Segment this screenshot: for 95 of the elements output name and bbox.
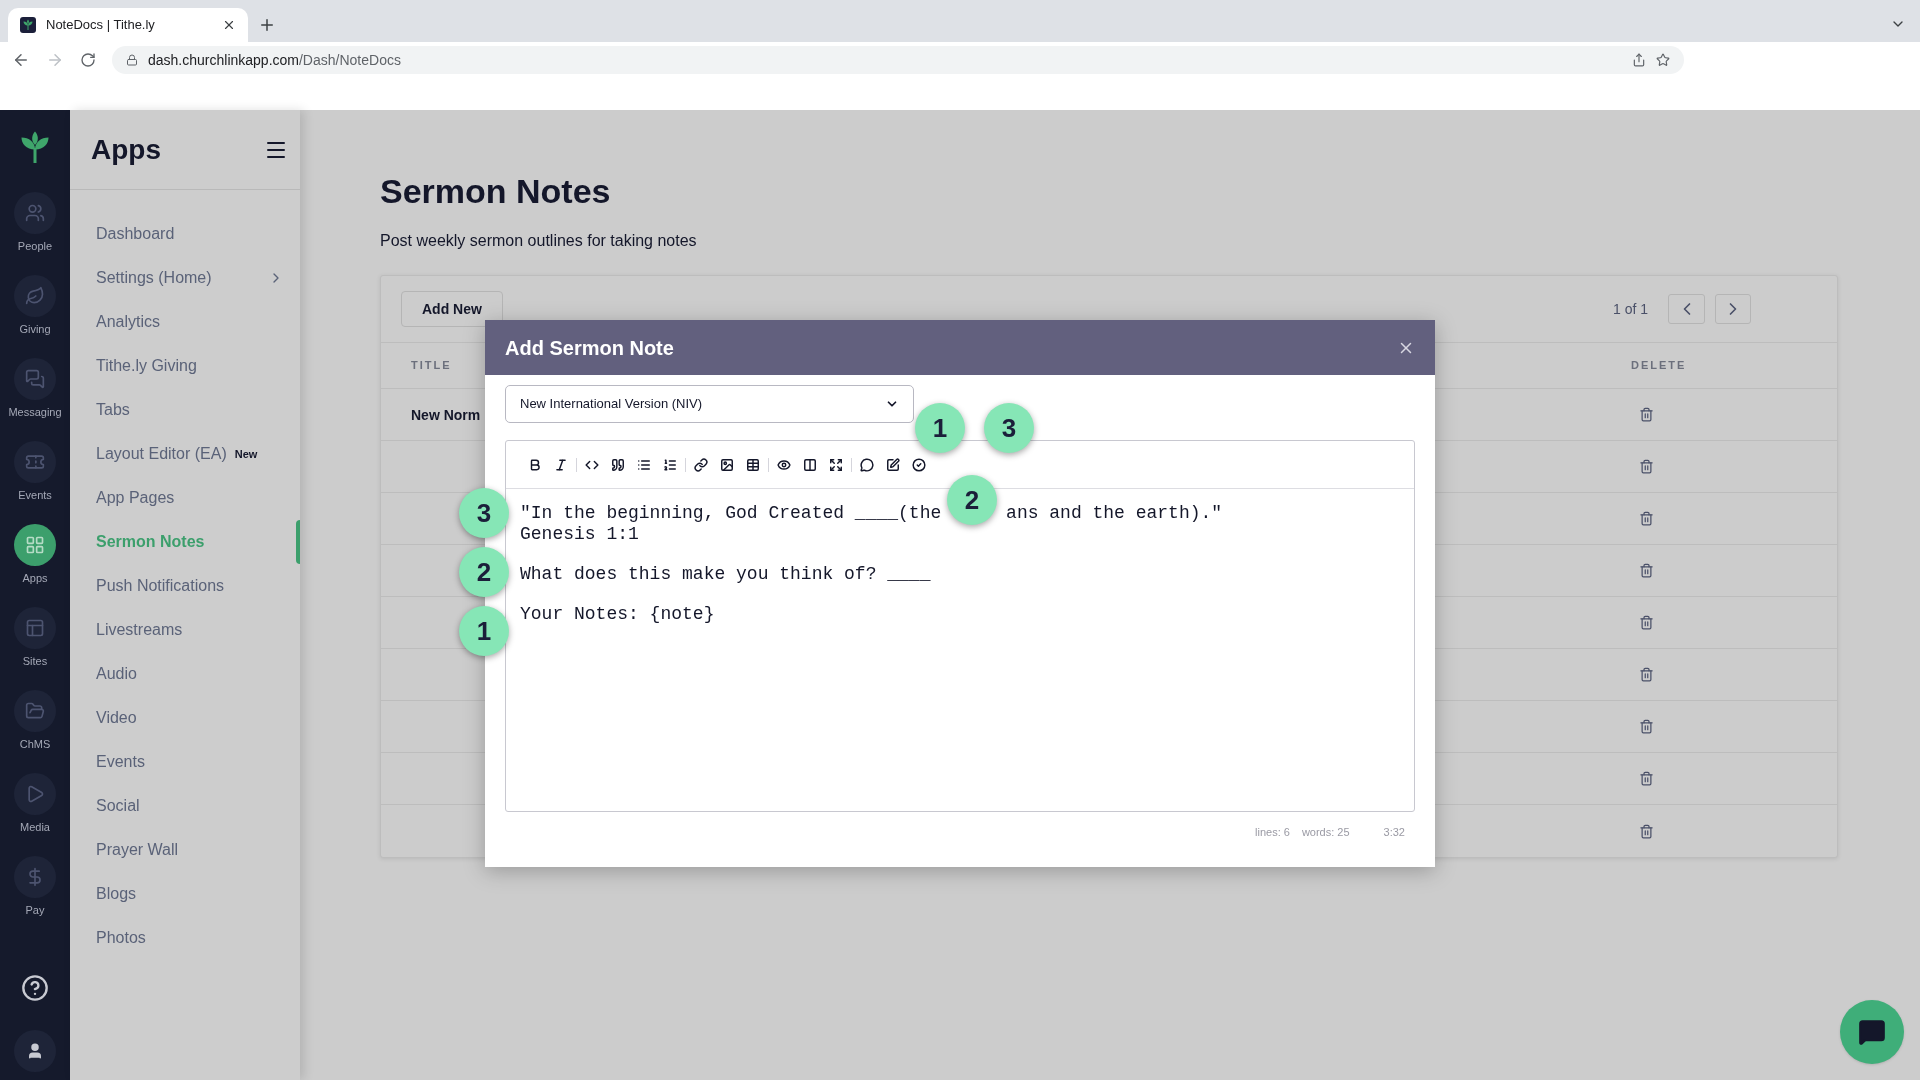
- sidebar-item[interactable]: Tabs: [96, 398, 130, 422]
- numbered-list-icon[interactable]: [663, 457, 677, 472]
- delete-icon[interactable]: [1639, 459, 1654, 474]
- sidebar-item[interactable]: Dashboard: [96, 222, 175, 246]
- rail-icon: [25, 535, 45, 555]
- sidebar-item[interactable]: Settings (Home): [96, 266, 212, 290]
- address-bar[interactable]: dash.churchlinkapp.com/Dash/NoteDocs: [112, 46, 1684, 74]
- callout-marker: 2: [947, 475, 997, 525]
- check-icon[interactable]: [912, 457, 926, 472]
- reload-icon[interactable]: [80, 52, 96, 68]
- rail-icon: [25, 452, 45, 472]
- line-count: lines: 6: [1255, 825, 1290, 840]
- page-title: Sermon Notes: [380, 171, 612, 212]
- sidebar-item[interactable]: Sermon Notes: [96, 530, 205, 554]
- editor-text: What does this make you think of? ____: [520, 564, 931, 585]
- rail-icon: [25, 203, 45, 223]
- rail-icon: [25, 701, 45, 721]
- delete-icon[interactable]: [1639, 719, 1654, 734]
- delete-icon[interactable]: [1639, 615, 1654, 630]
- rail-label: Messaging: [8, 405, 62, 420]
- sidebar-item[interactable]: Social: [96, 794, 140, 818]
- new-tab-icon[interactable]: [258, 16, 276, 34]
- help-icon[interactable]: [21, 974, 49, 1002]
- columns-icon[interactable]: [803, 457, 817, 472]
- sidebar-item[interactable]: Analytics: [96, 310, 161, 334]
- sidebar-item[interactable]: Layout Editor (EA): [96, 442, 227, 466]
- rail-icon: [25, 618, 45, 638]
- sidebar-item[interactable]: Photos: [96, 926, 146, 950]
- tab-title: NoteDocs | Tithe.ly: [46, 16, 156, 35]
- word-count: words: 25: [1301, 825, 1350, 840]
- share-icon[interactable]: [1632, 53, 1646, 67]
- fullscreen-icon[interactable]: [829, 457, 843, 472]
- rail-label: ChMS: [19, 737, 51, 752]
- table-cell: New Norm: [411, 406, 481, 423]
- callout-marker: 1: [915, 403, 965, 453]
- quote-icon[interactable]: [611, 457, 625, 472]
- delete-icon[interactable]: [1639, 407, 1654, 422]
- italic-icon[interactable]: [554, 457, 568, 472]
- bold-icon[interactable]: [528, 457, 542, 472]
- url-text: dash.churchlinkapp.com/Dash/NoteDocs: [148, 50, 402, 70]
- rail-label: Apps: [22, 571, 48, 586]
- rail-label: Giving: [19, 322, 51, 337]
- sidebar-item[interactable]: Audio: [96, 662, 137, 686]
- sidebar-item[interactable]: Prayer Wall: [96, 838, 179, 862]
- rail-label: Events: [18, 488, 52, 503]
- editor-text: ans and the earth).": [1006, 503, 1223, 524]
- delete-icon[interactable]: [1639, 771, 1654, 786]
- page-subtitle: Post weekly sermon outlines for taking notes: [380, 231, 698, 251]
- callout-marker: 3: [984, 403, 1034, 453]
- table-icon[interactable]: [746, 457, 760, 472]
- bookmark-star-icon[interactable]: [1656, 53, 1670, 67]
- rail-label: People: [17, 239, 53, 254]
- rail-label: Pay: [25, 903, 45, 918]
- rail-label: Media: [20, 820, 50, 835]
- sidebar-item[interactable]: Livestreams: [96, 618, 183, 642]
- new-label: New: [234, 446, 258, 462]
- close-icon[interactable]: [222, 18, 236, 32]
- bullet-list-icon[interactable]: [637, 457, 651, 472]
- version-select[interactable]: New International Version (NIV): [505, 385, 914, 423]
- comment-icon[interactable]: [860, 457, 874, 472]
- chat-icon: [1858, 1018, 1886, 1046]
- back-icon[interactable]: [12, 51, 30, 69]
- rail-icon: [25, 784, 45, 804]
- edit-icon[interactable]: [886, 457, 900, 472]
- delete-icon[interactable]: [1639, 563, 1654, 578]
- sidebar-item[interactable]: Video: [96, 706, 137, 730]
- editor-text: Your Notes: {note}: [520, 604, 715, 625]
- sidebar-item[interactable]: Blogs: [96, 882, 137, 906]
- rail-label: Sites: [22, 654, 48, 669]
- delete-icon[interactable]: [1639, 667, 1654, 682]
- editor-text: Genesis 1:1: [520, 524, 639, 545]
- rail-item[interactable]: [14, 524, 56, 566]
- user-avatar[interactable]: [14, 1030, 56, 1072]
- pagination-text: 1 of 1: [1612, 299, 1648, 319]
- sidebar-title: Apps: [91, 132, 161, 167]
- delete-icon[interactable]: [1639, 511, 1654, 526]
- lock-icon: [126, 54, 138, 66]
- modal-title: Add Sermon Note: [505, 335, 674, 361]
- browser-tab[interactable]: NoteDocs | Tithe.ly: [8, 8, 248, 42]
- sidebar-item[interactable]: Events: [96, 750, 145, 774]
- image-icon[interactable]: [720, 457, 734, 472]
- rail-icon: [25, 286, 45, 306]
- editor-text: "In the beginning, God Created ____(the: [520, 503, 942, 524]
- column-header: DELETE: [1631, 358, 1687, 374]
- cursor-position: 3:32: [1383, 825, 1405, 840]
- user-icon: [26, 1042, 44, 1060]
- rail-icon: [25, 369, 45, 389]
- sidebar-item[interactable]: Push Notifications: [96, 574, 225, 598]
- link-icon[interactable]: [694, 457, 708, 472]
- column-header: TITLE: [411, 358, 453, 374]
- sidebar-item[interactable]: App Pages: [96, 486, 175, 510]
- preview-icon[interactable]: [777, 457, 791, 472]
- delete-icon[interactable]: [1639, 823, 1654, 839]
- active-indicator: [296, 520, 300, 564]
- sidebar-item[interactable]: Tithe.ly Giving: [96, 354, 197, 378]
